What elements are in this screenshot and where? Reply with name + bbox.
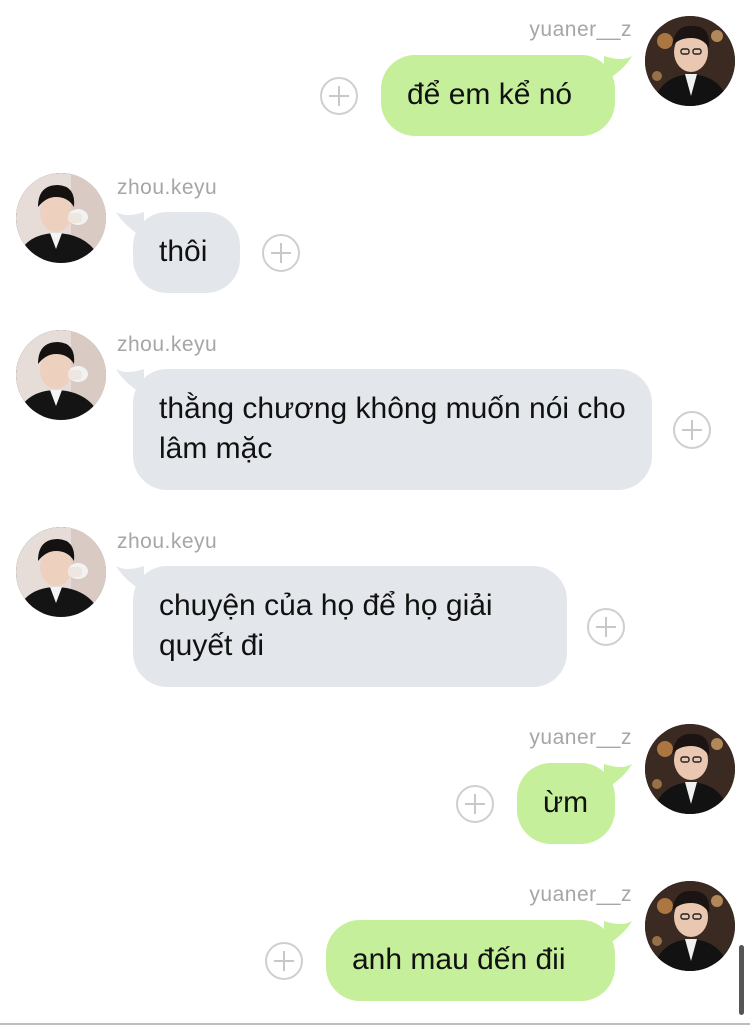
add-reaction-button[interactable]: [587, 608, 625, 646]
avatar-photo-icon: [645, 16, 735, 106]
sender-name: zhou.keyu: [117, 176, 218, 199]
bubble-tail-icon: [604, 56, 632, 82]
message-bubble[interactable]: ừm: [517, 763, 615, 844]
message-text: để em kể nó: [407, 78, 573, 111]
avatar[interactable]: [645, 881, 735, 971]
add-reaction-button[interactable]: [456, 785, 494, 823]
avatar[interactable]: [16, 173, 106, 263]
add-reaction-button[interactable]: [673, 411, 711, 449]
avatar[interactable]: [645, 16, 735, 106]
sender-name: yuaner__z: [529, 883, 632, 906]
sender-name: yuaner__z: [529, 18, 632, 41]
avatar-photo-icon: [16, 330, 106, 420]
avatar-photo-icon: [16, 527, 106, 617]
message-text: chuyện của họ để họ giải quyết đi: [159, 589, 493, 662]
message-bubble[interactable]: thôi: [133, 212, 240, 293]
sender-name: zhou.keyu: [117, 530, 218, 553]
avatar-photo-icon: [645, 724, 735, 814]
scrollbar[interactable]: [739, 945, 744, 1015]
message-text: anh mau đến đii: [352, 943, 566, 976]
message-bubble[interactable]: để em kể nó: [381, 55, 615, 136]
message-text: thôi: [159, 235, 208, 268]
add-reaction-button[interactable]: [265, 942, 303, 980]
avatar-photo-icon: [16, 173, 106, 263]
add-reaction-button[interactable]: [320, 77, 358, 115]
message-text: ừm: [543, 786, 589, 819]
message-text: thằng chương không muốn nói cho lâm mặc: [159, 392, 626, 465]
bubble-tail-icon: [604, 764, 632, 790]
avatar-photo-icon: [645, 881, 735, 971]
avatar[interactable]: [645, 724, 735, 814]
bubble-tail-icon: [116, 212, 144, 238]
message-bubble[interactable]: chuyện của họ để họ giải quyết đi: [133, 566, 567, 687]
add-reaction-button[interactable]: [262, 234, 300, 272]
message-bubble[interactable]: thằng chương không muốn nói cho lâm mặc: [133, 369, 652, 490]
avatar[interactable]: [16, 527, 106, 617]
sender-name: yuaner__z: [529, 726, 632, 749]
sender-name: zhou.keyu: [117, 333, 218, 356]
bubble-tail-icon: [116, 369, 144, 395]
bubble-tail-icon: [604, 921, 632, 947]
message-bubble[interactable]: anh mau đến đii: [326, 920, 615, 1001]
bubble-tail-icon: [116, 566, 144, 592]
avatar[interactable]: [16, 330, 106, 420]
